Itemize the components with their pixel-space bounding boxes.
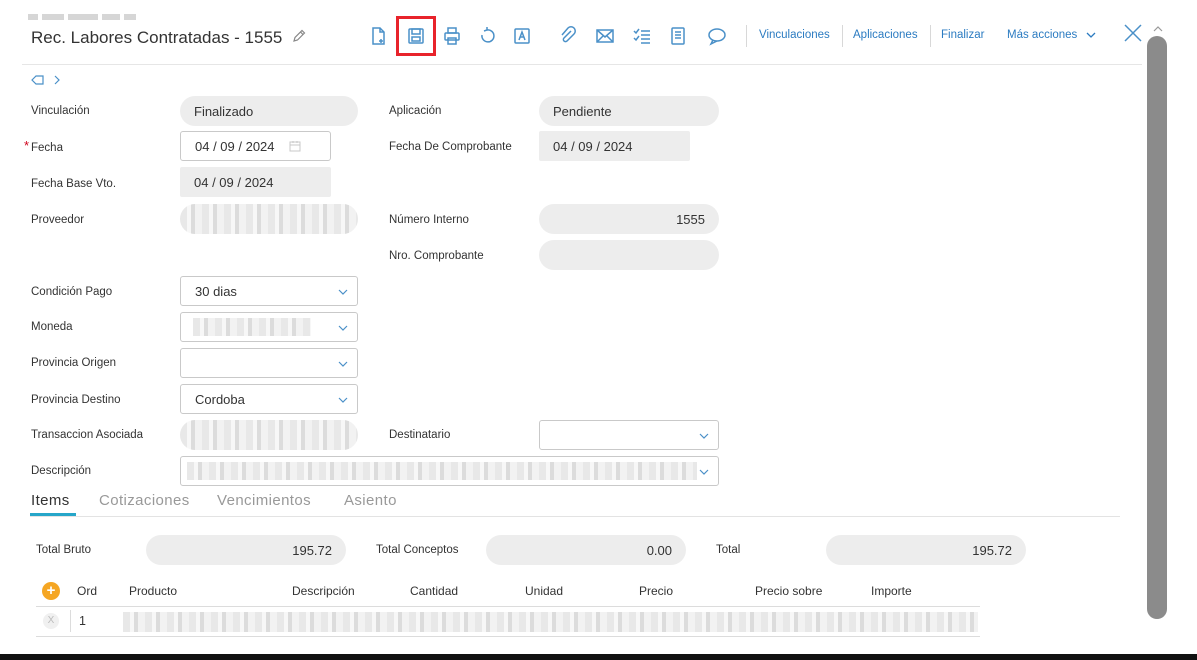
proveedor-label: Proveedor (31, 214, 85, 226)
provincia-destino-select[interactable]: Cordoba (180, 384, 358, 414)
provincia-destino-label: Provincia Destino (31, 394, 121, 406)
provincia-origen-select[interactable] (180, 348, 358, 378)
moneda-select[interactable] (180, 312, 358, 342)
descripcion-select[interactable] (180, 456, 719, 486)
fecha-comprobante-label: Fecha De Comprobante (389, 141, 512, 153)
transaccion-asociada-field (180, 420, 358, 450)
total-bruto-label: Total Bruto (36, 544, 91, 556)
undo-icon[interactable] (473, 22, 501, 50)
fecha-comprobante-field: 04 / 09 / 2024 (539, 131, 690, 161)
transaccion-asociada-label: Transaccion Asociada (31, 429, 144, 441)
total-conceptos-field: 0.00 (486, 535, 686, 565)
condicion-pago-select[interactable]: 30 dias (180, 276, 358, 306)
chevron-down-icon (338, 361, 348, 367)
condicion-pago-label: Condición Pago (31, 286, 113, 298)
table-row-ord: 1 (79, 614, 86, 628)
scroll-up-icon[interactable] (1153, 20, 1163, 32)
finalizar-link[interactable]: Finalizar (941, 29, 984, 41)
total-field: 195.72 (826, 535, 1026, 565)
calendar-icon[interactable] (289, 140, 301, 152)
numero-interno-label: Número Interno (389, 214, 469, 226)
tabs-divider (30, 516, 1120, 517)
descripcion-label: Descripción (31, 465, 92, 477)
aplicacion-field: Pendiente (539, 96, 719, 126)
total-label: Total (716, 544, 741, 556)
required-mark: * (24, 138, 30, 153)
table-header-divider (36, 606, 980, 607)
close-icon[interactable] (1122, 22, 1144, 44)
provincia-origen-label: Provincia Origen (31, 357, 117, 369)
mail-icon[interactable] (591, 22, 619, 50)
mas-acciones-menu[interactable]: Más acciones (1007, 29, 1097, 41)
add-item-button[interactable]: + (42, 582, 60, 600)
delete-row-button[interactable]: X (43, 613, 59, 629)
column-header-precio: Precio (639, 584, 674, 598)
total-conceptos-label: Total Conceptos (376, 544, 459, 556)
fecha-base-vto-label: Fecha Base Vto. (31, 178, 117, 190)
nro-comprobante-label: Nro. Comprobante (389, 250, 484, 262)
column-header-importe: Importe (871, 584, 912, 598)
page-title: Rec. Labores Contratadas - 1555 (31, 28, 307, 49)
print-icon[interactable] (438, 22, 466, 50)
table-row[interactable] (123, 612, 978, 632)
fecha-label: * Fecha (24, 138, 63, 154)
tab-cotizaciones[interactable]: Cotizaciones (99, 492, 190, 509)
tab-vencimientos[interactable]: Vencimientos (217, 492, 311, 509)
aplicacion-label: Aplicación (389, 105, 442, 117)
aplicaciones-link[interactable]: Aplicaciones (853, 29, 918, 41)
breadcrumb (28, 14, 178, 24)
save-icon[interactable] (396, 16, 436, 56)
bottom-bar (0, 654, 1197, 660)
tag-toggle[interactable] (31, 74, 62, 89)
tag-icon (31, 75, 44, 85)
descripcion-value (187, 462, 697, 480)
moneda-label: Moneda (31, 321, 73, 333)
tab-items[interactable]: Items (31, 492, 70, 509)
report-icon[interactable] (664, 22, 692, 50)
total-bruto-field: 195.72 (146, 535, 346, 565)
column-header-precio-sobre: Precio sobre (755, 584, 823, 598)
vinculacion-field: Finalizado (180, 96, 358, 126)
comment-icon[interactable] (703, 22, 731, 50)
proveedor-field (180, 204, 358, 234)
numero-interno-field: 1555 (539, 204, 719, 234)
table-row-divider (36, 636, 980, 637)
column-header-ord: Ord (77, 584, 98, 598)
header-divider (22, 64, 1142, 65)
column-header-descripcion: Descripción (292, 584, 355, 598)
chevron-down-icon (699, 433, 709, 439)
toolbar-divider (930, 25, 931, 47)
active-tab-indicator (30, 513, 76, 516)
cell-divider (70, 610, 71, 632)
toolbar-divider (842, 25, 843, 47)
moneda-value (193, 318, 311, 336)
destinatario-select[interactable] (539, 420, 719, 450)
chevron-down-icon (338, 289, 348, 295)
vinculacion-label: Vinculación (31, 105, 90, 117)
checklist-icon[interactable] (628, 22, 656, 50)
fecha-input[interactable]: 04 / 09 / 2024 (180, 131, 331, 161)
column-header-producto: Producto (129, 584, 178, 598)
scrollbar-thumb[interactable] (1147, 36, 1167, 619)
chevron-down-icon (338, 397, 348, 403)
chevron-down-icon (699, 469, 709, 475)
column-header-cantidad: Cantidad (410, 584, 459, 598)
tab-asiento[interactable]: Asiento (344, 492, 397, 509)
nro-comprobante-field (539, 240, 719, 270)
edit-title-icon[interactable] (291, 28, 307, 49)
toolbar-divider (746, 25, 747, 47)
chevron-down-icon (338, 325, 348, 331)
destinatario-label: Destinatario (389, 429, 451, 441)
new-document-icon[interactable] (364, 22, 392, 50)
column-header-unidad: Unidad (525, 584, 564, 598)
fecha-base-vto-field: 04 / 09 / 2024 (180, 167, 331, 197)
vinculaciones-link[interactable]: Vinculaciones (759, 29, 830, 41)
attach-icon[interactable] (554, 22, 582, 50)
chevron-down-icon (1086, 32, 1095, 38)
font-icon[interactable] (508, 22, 536, 50)
chevron-right-icon (54, 75, 60, 85)
